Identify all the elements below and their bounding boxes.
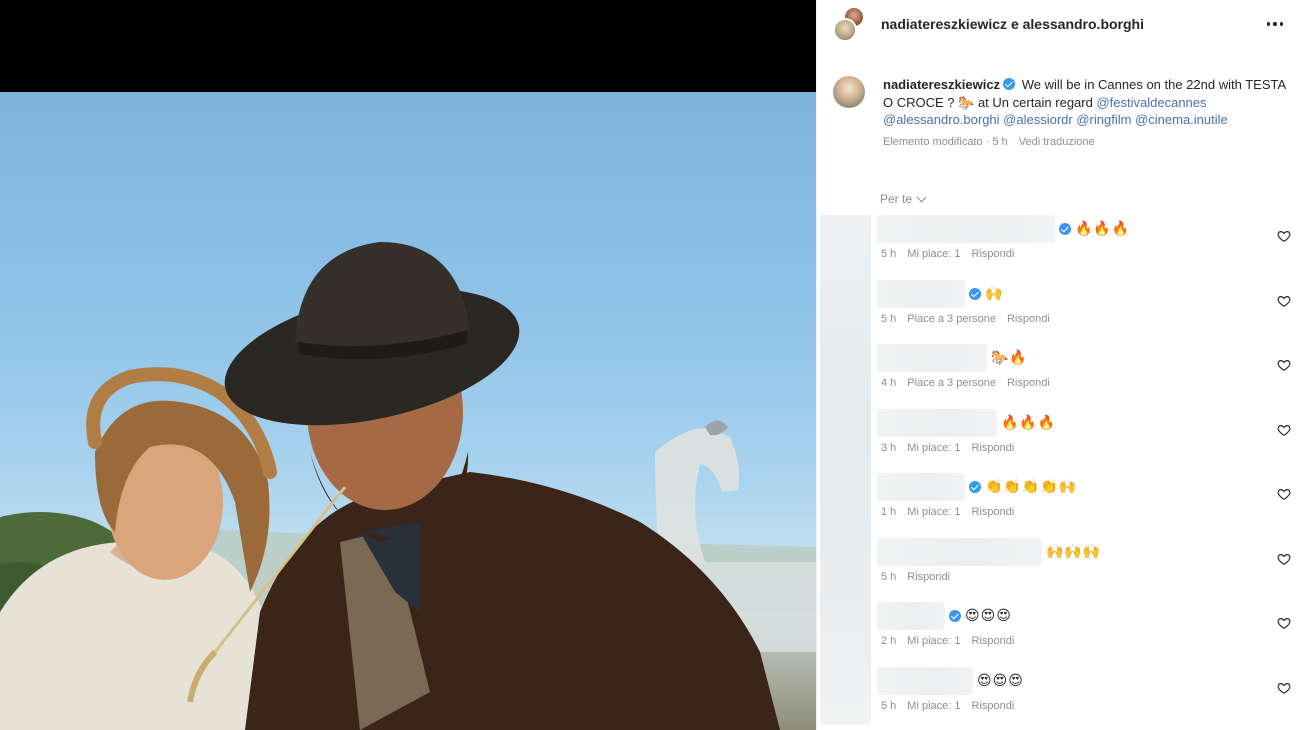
heart-icon[interactable]: [1277, 552, 1291, 566]
comment-likes[interactable]: Mi piace: 1: [907, 635, 960, 647]
comment-row: 😍😍😍 5 h Mi piace: 1 Rispondi: [817, 667, 1300, 727]
reply-button[interactable]: Rispondi: [907, 571, 950, 583]
reply-button[interactable]: Rispondi: [972, 442, 1015, 454]
heart-icon[interactable]: [1277, 681, 1291, 695]
comment-likes[interactable]: Piace a 3 persone: [907, 377, 996, 389]
verified-badge-icon: [949, 610, 961, 622]
comment-meta: 5 h Mi piace: 1 Rispondi: [881, 700, 1025, 712]
comment-text: 🔥🔥🔥: [1001, 414, 1057, 430]
comment-time[interactable]: 2 h: [881, 635, 896, 647]
comment-username-blurred[interactable]: [877, 473, 965, 501]
reply-button[interactable]: Rispondi: [1007, 313, 1050, 325]
mention-link[interactable]: @cinema.inutile: [1135, 112, 1228, 127]
chevron-down-icon: [916, 192, 927, 202]
heart-icon[interactable]: [1277, 358, 1291, 372]
mention-link[interactable]: @alessiordr: [1003, 112, 1073, 127]
comment-meta: 5 h Rispondi: [881, 571, 961, 583]
comment-time[interactable]: 3 h: [881, 442, 896, 454]
comment-meta: 3 h Mi piace: 1 Rispondi: [881, 442, 1025, 454]
edited-label: Elemento modificato · 5 h: [883, 135, 1008, 148]
comment-username-blurred[interactable]: [877, 667, 973, 695]
comment-username-blurred[interactable]: [877, 602, 945, 630]
comment-meta: 4 h Piace a 3 persone Rispondi: [881, 377, 1061, 389]
translate-link[interactable]: Vedi traduzione: [1019, 136, 1095, 148]
verified-badge-icon: [969, 481, 981, 493]
mention-link[interactable]: @ringfilm: [1076, 112, 1131, 127]
comment-likes[interactable]: Mi piace: 1: [907, 442, 960, 454]
comment-text: 🙌: [985, 285, 1004, 301]
comment-meta: 5 h Mi piace: 1 Rispondi: [881, 248, 1025, 260]
comment-text: 🙌🙌🙌: [1046, 543, 1102, 559]
post-side-panel: nadiatereszkiewicz e alessandro.borghi n…: [816, 0, 1300, 730]
horse-shape: [655, 420, 739, 562]
comment-username-blurred[interactable]: [877, 538, 1042, 566]
post-header: nadiatereszkiewicz e alessandro.borghi: [817, 0, 1300, 48]
comment-meta: 5 h Piace a 3 persone Rispondi: [881, 313, 1061, 325]
comment-time[interactable]: 5 h: [881, 313, 896, 325]
verified-badge-icon: [1059, 223, 1071, 235]
mention-link[interactable]: @alessandro.borghi: [883, 112, 1000, 127]
comment-time[interactable]: 5 h: [881, 571, 896, 583]
comment-username-blurred[interactable]: [877, 215, 1055, 243]
comment-row: 🐎🔥 4 h Piace a 3 persone Rispondi: [817, 344, 1300, 404]
collab-avatars[interactable]: [833, 6, 865, 42]
comment-row: 🔥🔥🔥 5 h Mi piace: 1 Rispondi: [817, 215, 1300, 275]
comment-row: 🙌 5 h Piace a 3 persone Rispondi: [817, 280, 1300, 340]
comment-sort-dropdown[interactable]: Per te: [880, 192, 927, 206]
comment-row: 🔥🔥🔥 3 h Mi piace: 1 Rispondi: [817, 409, 1300, 469]
comment-meta: 2 h Mi piace: 1 Rispondi: [881, 635, 1025, 647]
avatar[interactable]: [833, 18, 857, 42]
horse-emoji: 🐎: [958, 94, 975, 110]
comment-username-blurred[interactable]: [877, 280, 965, 308]
comment-username-blurred[interactable]: [877, 409, 997, 437]
comment-likes[interactable]: Piace a 3 persone: [907, 313, 996, 325]
comment-likes[interactable]: Mi piace: 1: [907, 248, 960, 260]
heart-icon[interactable]: [1277, 423, 1291, 437]
heart-icon[interactable]: [1277, 294, 1291, 308]
heart-icon[interactable]: [1277, 487, 1291, 501]
comment-text: 😍😍😍: [965, 607, 1012, 623]
reply-button[interactable]: Rispondi: [1007, 377, 1050, 389]
more-horizontal-icon[interactable]: [1265, 14, 1285, 34]
verified-badge-icon: [1003, 78, 1016, 90]
avatar[interactable]: [833, 76, 865, 108]
caption-text: at Un certain regard: [977, 94, 1093, 110]
verified-badge-icon: [969, 288, 981, 300]
reply-button[interactable]: Rispondi: [972, 248, 1015, 260]
comment-username-blurred[interactable]: [877, 344, 987, 372]
comment-row: 🙌🙌🙌 5 h Rispondi: [817, 538, 1300, 598]
comment-text: 👏👏👏👏🙌: [985, 478, 1078, 494]
comment-likes[interactable]: Mi piace: 1: [907, 506, 960, 518]
comment-row: 😍😍😍 2 h Mi piace: 1 Rispondi: [817, 602, 1300, 662]
comment-time[interactable]: 5 h: [881, 700, 896, 712]
post-photo[interactable]: [0, 92, 816, 730]
comment-row: 👏👏👏👏🙌 1 h Mi piace: 1 Rispondi: [817, 473, 1300, 533]
comment-likes[interactable]: Mi piace: 1: [907, 700, 960, 712]
reply-button[interactable]: Rispondi: [972, 635, 1015, 647]
reply-button[interactable]: Rispondi: [972, 700, 1015, 712]
mention-link[interactable]: @festivaldecannes: [1096, 95, 1206, 110]
comment-meta: 1 h Mi piace: 1 Rispondi: [881, 506, 1025, 518]
caption-username[interactable]: nadiatereszkiewicz: [883, 77, 1000, 92]
sort-label: Per te: [880, 192, 913, 206]
heart-icon[interactable]: [1277, 616, 1291, 630]
post-caption: nadiatereszkiewicz We will be in Cannes …: [833, 76, 1293, 151]
caption-meta: Elemento modificato · 5 h Vedi traduzion…: [883, 134, 1293, 152]
post-media[interactable]: [0, 0, 816, 730]
comment-time[interactable]: 1 h: [881, 506, 896, 518]
post-authors[interactable]: nadiatereszkiewicz e alessandro.borghi: [881, 16, 1144, 32]
comment-text: 😍😍😍: [977, 672, 1024, 688]
heart-icon[interactable]: [1277, 229, 1291, 243]
comment-text: 🐎🔥: [991, 349, 1028, 365]
reply-button[interactable]: Rispondi: [972, 506, 1015, 518]
comment-text: 🔥🔥🔥: [1075, 220, 1131, 236]
photo-illustration: [0, 242, 816, 730]
comment-time[interactable]: 5 h: [881, 248, 896, 260]
comment-time[interactable]: 4 h: [881, 377, 896, 389]
